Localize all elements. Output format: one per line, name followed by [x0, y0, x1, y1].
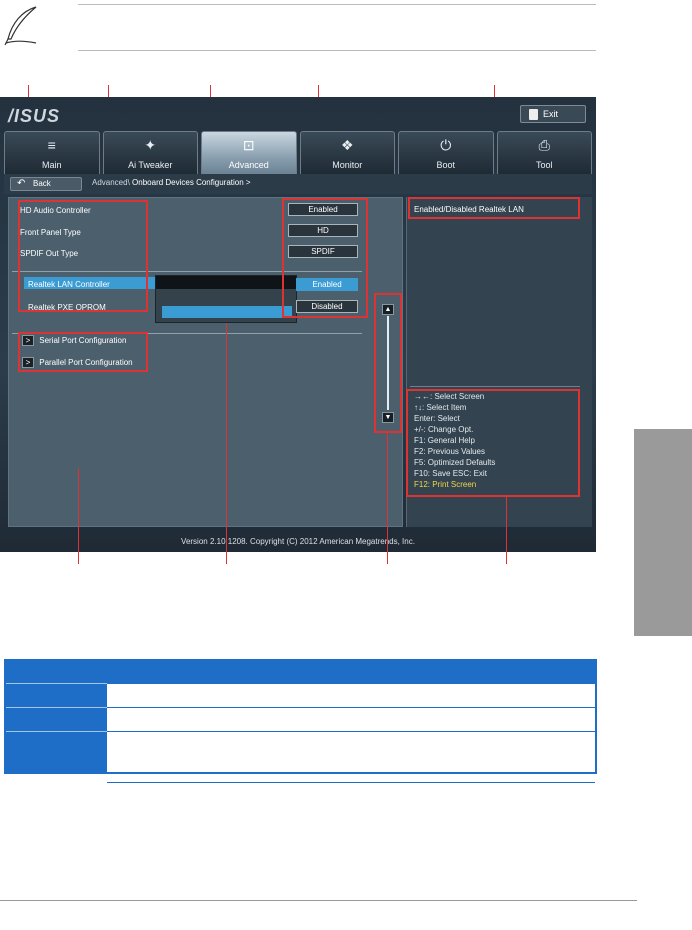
- callout-line: [28, 85, 29, 97]
- chapter-side-tab: [634, 429, 692, 636]
- callout-line: [494, 85, 495, 97]
- callout-line: [318, 85, 319, 97]
- main-tabs: ≡ Main ✦ Ai Tweaker ⊡ Advanced ❖ Monitor…: [4, 131, 592, 174]
- callout-line: [226, 323, 227, 564]
- tab-tool[interactable]: ⎙ Tool: [496, 131, 592, 174]
- back-label: Back: [33, 179, 51, 188]
- exit-icon: [529, 109, 538, 120]
- printer-icon: ⎙: [538, 137, 550, 153]
- advanced-icon: ⊡: [242, 137, 255, 153]
- callout-box-values: [282, 198, 368, 318]
- table-row: [107, 683, 595, 684]
- breadcrumb-current: Onboard Devices Configuration >: [132, 178, 251, 187]
- option-popup[interactable]: [155, 275, 297, 323]
- help-divider: [410, 386, 580, 387]
- callout-line: [387, 433, 388, 564]
- breadcrumb-parent[interactable]: Advanced\: [92, 178, 130, 187]
- tab-monitor[interactable]: ❖ Monitor: [299, 131, 395, 174]
- callout-box-help: [408, 197, 580, 219]
- tab-ai-tweaker[interactable]: ✦ Ai Tweaker: [102, 131, 198, 174]
- exit-label: Exit: [543, 109, 559, 119]
- tab-label: Monitor: [332, 160, 363, 170]
- breadcrumb: Advanced\ Onboard Devices Configuration …: [92, 178, 251, 187]
- tab-label: Main: [41, 160, 62, 170]
- callout-legend-table: [4, 659, 597, 783]
- tab-advanced[interactable]: ⊡ Advanced: [201, 131, 297, 174]
- tab-main[interactable]: ≡ Main: [4, 131, 100, 174]
- callout-box-submenus: [18, 332, 148, 372]
- table-row: [107, 731, 595, 732]
- exit-button[interactable]: Exit: [520, 105, 586, 123]
- note-bottom-rule: [78, 50, 596, 51]
- callout-line: [210, 85, 211, 97]
- table-header: [6, 661, 595, 683]
- breadcrumb-bar: ↶ Back Advanced\ Onboard Devices Configu…: [4, 174, 592, 194]
- table-row: [6, 683, 107, 684]
- tweaker-icon: ✦: [144, 137, 157, 153]
- back-arrow-icon: ↶: [17, 178, 26, 189]
- table-row: [107, 782, 595, 783]
- popup-header: [156, 276, 296, 289]
- tab-label: Ai Tweaker: [128, 160, 173, 170]
- table-row: [6, 707, 107, 708]
- table-row: [6, 731, 107, 732]
- callout-box-scrollbar: [374, 293, 402, 433]
- monitor-icon: ❖: [340, 137, 354, 153]
- asus-logo: /ISUS: [8, 106, 61, 126]
- callout-line: [78, 468, 79, 564]
- popup-option-selected[interactable]: [162, 306, 292, 318]
- note-feather-icon: [4, 6, 37, 46]
- back-button[interactable]: ↶ Back: [10, 177, 82, 191]
- list-icon: ≡: [47, 137, 56, 153]
- table-row: [107, 707, 595, 708]
- power-icon: ⏻: [440, 137, 452, 153]
- callout-box-labels: [18, 200, 148, 312]
- tab-label: Advanced: [228, 160, 269, 170]
- callout-line: [108, 85, 109, 97]
- callout-box-keys: [406, 389, 580, 497]
- bios-screen: /ISUS Exit ≡ Main ✦ Ai Tweaker ⊡ Advance…: [0, 97, 596, 552]
- tab-label: Boot: [436, 160, 455, 170]
- tab-boot[interactable]: ⏻ Boot: [398, 131, 494, 174]
- note-top-rule: [78, 4, 596, 5]
- tab-label: Tool: [535, 160, 553, 170]
- page-footer-rule: [0, 900, 637, 901]
- callout-line: [506, 497, 507, 564]
